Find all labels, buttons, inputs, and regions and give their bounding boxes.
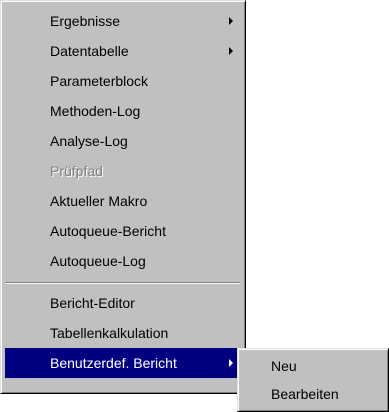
submenu-item-label: Bearbeiten [271,386,339,402]
menu-item-label: Aktueller Makro [50,193,148,209]
menu-separator [6,282,240,284]
menu-item-label: Tabellenkalkulation [50,325,169,341]
menu-item-tabellenkalkulation[interactable]: Tabellenkalkulation [5,318,241,348]
menu-item-parameterblock[interactable]: Parameterblock [5,66,241,96]
submenu-item-neu[interactable]: Neu [241,352,385,380]
menu-item-analyse-log[interactable]: Analyse-Log [5,126,241,156]
menu-item-label: Benutzerdef. Bericht [50,355,177,371]
menu-item-label: Datentabelle [50,43,129,59]
menu-item-label: Parameterblock [50,73,149,89]
menu-item-aktueller-makro[interactable]: Aktueller Makro [5,186,241,216]
menu-item-ergebnisse[interactable]: Ergebnisse [5,6,241,36]
menu-item-pruefpfad: Prüfpfad [5,156,241,186]
menu-item-label: Prüfpfad [50,163,103,179]
menu-item-label: Methoden-Log [50,103,141,119]
menu-item-label: Autoqueue-Log [50,253,146,269]
menu-item-methoden-log[interactable]: Methoden-Log [5,96,241,126]
menu-item-benutzerdef-bericht[interactable]: Benutzerdef. Bericht [5,348,241,378]
menu-item-datentabelle[interactable]: Datentabelle [5,36,241,66]
menu-item-label: Analyse-Log [50,133,128,149]
menu-item-autoqueue-log[interactable]: Autoqueue-Log [5,246,241,276]
submenu-arrow-icon [229,17,233,25]
context-menu: Ergebnisse Datentabelle Parameterblock M… [0,0,246,394]
submenu-arrow-icon [229,359,233,367]
submenu-benutzerdef-bericht: Neu Bearbeiten [237,348,389,412]
submenu-item-bearbeiten[interactable]: Bearbeiten [241,380,385,408]
menu-item-bericht-editor[interactable]: Bericht-Editor [5,288,241,318]
menu-item-label: Ergebnisse [50,13,121,29]
menu-item-label: Autoqueue-Bericht [50,223,166,239]
menu-item-autoqueue-bericht[interactable]: Autoqueue-Bericht [5,216,241,246]
menu-item-label: Bericht-Editor [50,295,135,311]
submenu-item-label: Neu [271,358,297,374]
submenu-arrow-icon [229,47,233,55]
